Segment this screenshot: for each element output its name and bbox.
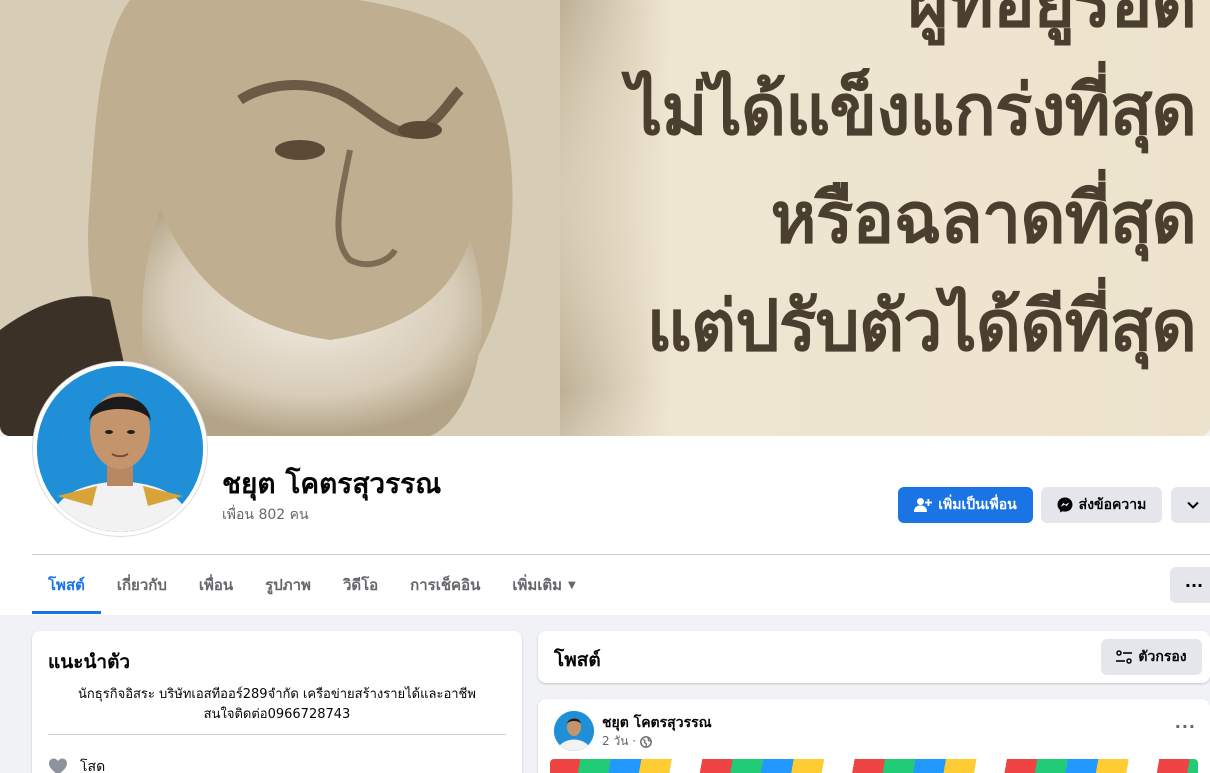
intro-bio-line: สนใจติดต่อ0966728743 bbox=[203, 707, 351, 722]
chevron-down-icon bbox=[1187, 501, 1199, 509]
intro-bio: นักธุรกิจอิสระ บริษัทเอสทีออร์289จำกัด เ… bbox=[48, 685, 506, 725]
filter-icon bbox=[1116, 650, 1133, 664]
filter-button[interactable]: ตัวกรอง bbox=[1101, 639, 1202, 675]
tab-photos[interactable]: รูปภาพ bbox=[249, 556, 327, 614]
add-friend-icon bbox=[914, 498, 933, 512]
avatar-photo bbox=[554, 711, 594, 751]
add-friend-label: เพิ่มเป็นเพื่อน bbox=[938, 497, 1017, 513]
tab-friends[interactable]: เพื่อน bbox=[183, 556, 249, 614]
relationship-status: โสด bbox=[80, 759, 106, 773]
cover-quote-line: ผู้ที่อยู่รอด bbox=[907, 0, 1197, 43]
cover-quote-text: ผู้ที่อยู่รอด ไม่ได้แข็งแกร่งที่สุด หรือ… bbox=[627, 0, 1197, 380]
cover-quote-line: หรือฉลาดที่สุด bbox=[770, 177, 1197, 259]
friend-count[interactable]: เพื่อน 802 คน bbox=[222, 504, 309, 526]
more-options-button[interactable]: ··· bbox=[1170, 567, 1210, 603]
post-card: ชยุต โคตรสุวรรณ 2 วัน · ··· bbox=[538, 699, 1210, 773]
cover-photo[interactable]: ผู้ที่อยู่รอด ไม่ได้แข็งแกร่งที่สุด หรือ… bbox=[0, 0, 1210, 436]
post-meta: 2 วัน · bbox=[602, 732, 652, 751]
post-time[interactable]: 2 วัน · bbox=[602, 732, 636, 751]
post-image[interactable] bbox=[550, 759, 1198, 773]
ellipsis-icon: ··· bbox=[1174, 717, 1196, 736]
message-button[interactable]: ส่งข้อความ bbox=[1041, 487, 1162, 523]
intro-card: แนะนำตัว นักธุรกิจอิสระ บริษัทเอสทีออร์2… bbox=[32, 631, 522, 773]
tab-videos[interactable]: วิดีโอ bbox=[327, 556, 394, 614]
tab-label: วิดีโอ bbox=[342, 576, 379, 594]
profile-tabs: โพสต์ เกี่ยวกับ เพื่อน รูปภาพ วิดีโอ การ… bbox=[32, 556, 592, 614]
relationship-row: โสด bbox=[48, 756, 105, 773]
globe-icon bbox=[640, 735, 652, 748]
tab-label: เพิ่มเติม bbox=[512, 576, 563, 594]
cover-quote-line: ไม่ได้แข็งแกร่งที่สุด bbox=[627, 69, 1197, 151]
tab-label: เกี่ยวกับ bbox=[116, 576, 167, 594]
profile-options-button[interactable] bbox=[1171, 487, 1210, 523]
post-options-button[interactable]: ··· bbox=[1175, 717, 1196, 736]
avatar-photo bbox=[37, 366, 203, 532]
tab-about[interactable]: เกี่ยวกับ bbox=[101, 556, 183, 614]
posts-header-card: โพสต์ ตัวกรอง bbox=[538, 631, 1210, 683]
intro-title: แนะนำตัว bbox=[48, 651, 131, 673]
heart-icon bbox=[49, 758, 67, 773]
intro-bio-line: นักธุรกิจอิสระ บริษัทเอสทีออร์289จำกัด เ… bbox=[78, 687, 476, 702]
tab-more[interactable]: เพิ่มเติม ▼ bbox=[496, 556, 591, 614]
messenger-icon bbox=[1057, 497, 1073, 513]
tab-checkins[interactable]: การเช็คอิน bbox=[394, 556, 496, 614]
profile-avatar[interactable] bbox=[33, 362, 207, 536]
cover-quote-line: แต่ปรับตัวได้ดีที่สุด bbox=[646, 285, 1197, 367]
caret-down-icon: ▼ bbox=[568, 579, 576, 591]
filter-label: ตัวกรอง bbox=[1138, 649, 1187, 665]
tab-label: การเช็คอิน bbox=[410, 576, 481, 594]
intro-divider bbox=[48, 734, 506, 735]
post-author-avatar[interactable] bbox=[554, 711, 594, 751]
tab-label: รูปภาพ bbox=[265, 576, 311, 594]
tab-posts[interactable]: โพสต์ bbox=[32, 556, 101, 614]
message-label: ส่งข้อความ bbox=[1078, 497, 1147, 513]
post-author-name[interactable]: ชยุต โคตรสุวรรณ bbox=[602, 712, 712, 734]
posts-title: โพสต์ bbox=[554, 649, 601, 671]
tab-label: เพื่อน bbox=[198, 576, 234, 594]
tab-label: โพสต์ bbox=[48, 576, 85, 594]
add-friend-button[interactable]: เพิ่มเป็นเพื่อน bbox=[898, 487, 1033, 523]
profile-name: ชยุต โคตรสุวรรณ bbox=[222, 467, 442, 500]
header-divider bbox=[32, 554, 1210, 555]
ellipsis-icon: ··· bbox=[1184, 575, 1204, 595]
